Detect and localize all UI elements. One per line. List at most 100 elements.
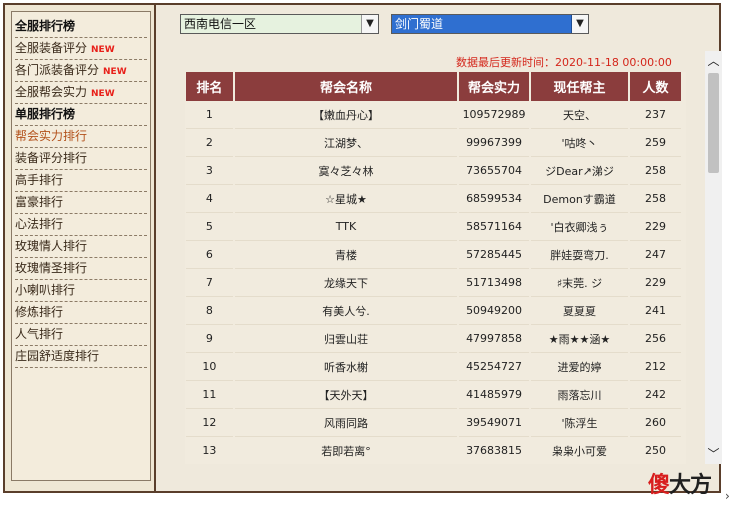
sidebar-item[interactable]: 玫瑰情圣排行 xyxy=(15,258,147,280)
table-row: 12 风雨同路 39549071 '陈浮生 260 xyxy=(186,409,681,437)
watermark-char-red: 傻 xyxy=(648,472,670,498)
rank-cell: 5 xyxy=(186,213,233,241)
leader-cell: 枭枭小可爱 xyxy=(530,437,629,464)
sidebar-item[interactable]: 庄园舒适度排行 xyxy=(15,346,147,368)
guild-power-cell: 109572989 xyxy=(459,101,529,129)
table-row: 7 龙缘天下 51713498 ♯末莞. ジ 229 xyxy=(186,269,681,297)
sidebar-section-heading: 单服排行榜 xyxy=(15,104,147,126)
ranking-app: 全服排行榜 全服装备评分 NEW 各门派装备评分 NEW 全服帮会实力 NEW 单服排行榜 帮会… xyxy=(3,3,722,493)
column-header-leader: 现任帮主 xyxy=(530,72,629,101)
guild-name-cell: 龙缘天下 xyxy=(234,269,458,297)
scroll-down-icon[interactable]: ﹀ xyxy=(705,444,722,464)
guild-select-value: 剑门蜀道 xyxy=(395,17,444,31)
main-panel: 西南电信一区 ▼ 剑门蜀道 ▼ 数据最后更新时间：2020-11-18 00:0… xyxy=(158,5,722,491)
leader-cell: 天空、 xyxy=(530,101,629,129)
sidebar-item[interactable]: 帮会实力排行 xyxy=(15,126,147,148)
update-time-label: 数据最后更新时间：2020-11-18 00:00:00 xyxy=(456,56,672,69)
guild-name-cell: 风雨同路 xyxy=(234,409,458,437)
sidebar-item[interactable]: 富豪排行 xyxy=(15,192,147,214)
sidebar-item-label: 庄园舒适度排行 xyxy=(15,349,100,363)
column-header-guild-power: 帮会实力 xyxy=(459,72,529,101)
guild-power-cell: 99967399 xyxy=(459,129,529,157)
sidebar-item[interactable]: 修炼排行 xyxy=(15,302,147,324)
chevron-down-icon[interactable]: ▼ xyxy=(361,15,378,33)
sidebar-item-label: 小喇叭排行 xyxy=(15,283,76,297)
sidebar-item-label: 玫瑰情圣排行 xyxy=(15,261,88,275)
rank-cell: 8 xyxy=(186,297,233,325)
members-cell: 258 xyxy=(630,185,681,213)
guild-power-cell: 57285445 xyxy=(459,241,529,269)
sidebar-item[interactable]: 全服帮会实力 NEW xyxy=(15,82,147,104)
guild-name-cell: 【嫩血丹心】 xyxy=(234,101,458,129)
new-badge: NEW xyxy=(91,89,115,99)
sidebar-item[interactable]: 心法排行 xyxy=(15,214,147,236)
scroll-up-icon[interactable]: ︿ xyxy=(705,51,722,71)
sidebar-item[interactable]: 玫瑰情人排行 xyxy=(15,236,147,258)
members-cell: 212 xyxy=(630,353,681,381)
column-header-members: 人数 xyxy=(630,72,681,101)
server-select-value: 西南电信一区 xyxy=(184,17,257,31)
members-cell: 247 xyxy=(630,241,681,269)
leader-cell: ★雨★★涵★ xyxy=(530,325,629,353)
sidebar-item[interactable]: 各门派装备评分 NEW xyxy=(15,60,147,82)
ranking-table: 排名 帮会名称 帮会实力 现任帮主 人数 1 【嫩血丹心】 109572989 天空、… xyxy=(185,72,683,464)
new-badge: NEW xyxy=(91,45,115,55)
guild-name-cell: ☆星城★ xyxy=(234,185,458,213)
sidebar-section-heading: 全服排行榜 xyxy=(15,16,147,38)
sidebar-item-label: 装备评分排行 xyxy=(15,151,88,165)
rank-cell: 10 xyxy=(186,353,233,381)
table-header-row: 排名 帮会名称 帮会实力 现任帮主 人数 xyxy=(186,72,681,101)
rank-cell: 3 xyxy=(186,157,233,185)
members-cell: 260 xyxy=(630,409,681,437)
sidebar-item-label: 修炼排行 xyxy=(15,305,64,319)
column-header-guild-name: 帮会名称 xyxy=(234,72,458,101)
rank-cell: 2 xyxy=(186,129,233,157)
guild-name-cell: 青楼 xyxy=(234,241,458,269)
rank-cell: 4 xyxy=(186,185,233,213)
table-row: 8 有美人兮. 50949200 夏夏夏 241 xyxy=(186,297,681,325)
sidebar-item-label: 人气排行 xyxy=(15,327,64,341)
sidebar-item[interactable]: 人气排行 xyxy=(15,324,147,346)
rank-cell: 9 xyxy=(186,325,233,353)
table-row: 13 若即若离° 37683815 枭枭小可爱 250 xyxy=(186,437,681,464)
sidebar-item[interactable]: 高手排行 xyxy=(15,170,147,192)
leader-cell: Demonす霸道 xyxy=(530,185,629,213)
table-row: 1 【嫩血丹心】 109572989 天空、 237 xyxy=(186,101,681,129)
sidebar-item-label: 各门派装备评分 xyxy=(15,63,100,77)
members-cell: 229 xyxy=(630,213,681,241)
leader-cell: '咕咚丶 xyxy=(530,129,629,157)
scroll-thumb[interactable] xyxy=(708,73,719,173)
guild-power-cell: 51713498 xyxy=(459,269,529,297)
members-cell: 259 xyxy=(630,129,681,157)
sidebar-item[interactable]: 小喇叭排行 xyxy=(15,280,147,302)
guild-name-cell: 归雲山荘 xyxy=(234,325,458,353)
sidebar-item-label: 单服排行榜 xyxy=(15,107,76,121)
ranking-table-body: 1 【嫩血丹心】 109572989 天空、 237 2 江湖梦、 99967399 '咕咚丶 2… xyxy=(186,101,681,464)
sidebar-item[interactable]: 全服装备评分 NEW xyxy=(15,38,147,60)
sidebar-menu: 全服排行榜 全服装备评分 NEW 各门派装备评分 NEW 全服帮会实力 NEW 单服排行榜 帮会… xyxy=(11,11,151,481)
table-row: 4 ☆星城★ 68599534 Demonす霸道 258 xyxy=(186,185,681,213)
vertical-scrollbar[interactable]: ︿ ﹀ xyxy=(705,51,722,464)
guild-name-cell: 寞々芝々林 xyxy=(234,157,458,185)
rank-cell: 13 xyxy=(186,437,233,464)
watermark-text-dark: 大方 xyxy=(669,472,712,498)
sidebar-item-label: 心法排行 xyxy=(15,217,64,231)
guild-power-cell: 50949200 xyxy=(459,297,529,325)
guild-power-cell: 41485979 xyxy=(459,381,529,409)
members-cell: 258 xyxy=(630,157,681,185)
scroll-right-icon[interactable]: › xyxy=(725,489,730,503)
column-header-rank: 排名 xyxy=(186,72,233,101)
sidebar-item[interactable]: 装备评分排行 xyxy=(15,148,147,170)
guild-select[interactable]: 剑门蜀道 ▼ xyxy=(391,14,589,34)
leader-cell: ジDear↗涕ジ xyxy=(530,157,629,185)
table-row: 11 【天外天】 41485979 雨落忘川 242 xyxy=(186,381,681,409)
members-cell: 241 xyxy=(630,297,681,325)
sidebar-item-label: 全服排行榜 xyxy=(15,19,76,33)
server-select[interactable]: 西南电信一区 ▼ xyxy=(180,14,379,34)
guild-power-cell: 39549071 xyxy=(459,409,529,437)
sidebar-item-label: 帮会实力排行 xyxy=(15,129,88,143)
chevron-down-icon[interactable]: ▼ xyxy=(571,15,588,33)
rank-cell: 6 xyxy=(186,241,233,269)
guild-power-cell: 73655704 xyxy=(459,157,529,185)
guild-name-cell: TTK xyxy=(234,213,458,241)
